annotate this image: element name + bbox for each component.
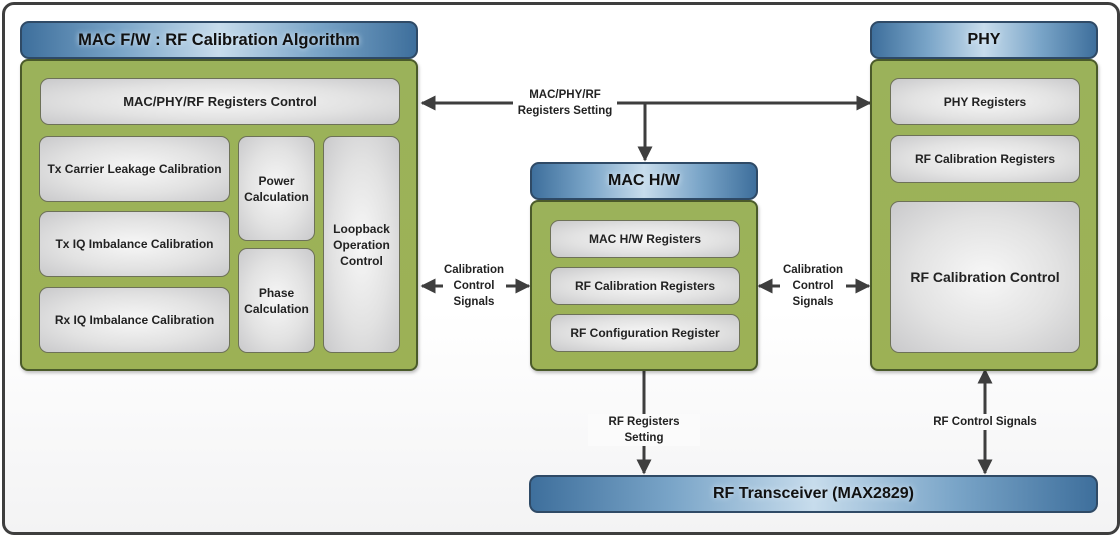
registers-setting-label-1: MAC/PHY/RF	[529, 89, 601, 101]
rf-transceiver-bar: RF Transceiver (MAX2829)	[529, 475, 1098, 513]
cal-left-label-1: Calibration	[443, 264, 505, 276]
loopback-label-3: Control	[340, 253, 383, 268]
registers-control-label: MAC/PHY/RF Registers Control	[123, 93, 317, 109]
phy-header: PHY	[870, 21, 1098, 59]
power-calculation-box: Power Calculation	[238, 136, 315, 241]
mac-hw-title: MAC H/W	[608, 172, 680, 189]
phy-rf-calibration-registers-label: RF Calibration Registers	[914, 152, 1056, 166]
rf-calibration-control-label: RF Calibration Control	[910, 269, 1060, 285]
phy-rf-calibration-registers-box: RF Calibration Registers	[890, 135, 1080, 183]
rx-iq-imbalance-box: Rx IQ Imbalance Calibration	[39, 287, 230, 353]
rf-registers-setting-label: RF Registers Setting	[588, 414, 700, 446]
cal-left-label-3: Signals	[453, 296, 495, 308]
phase-calculation-label-2: Calculation	[244, 301, 309, 316]
cal-right-label-2: Control	[792, 280, 834, 292]
mac-hw-header: MAC H/W	[530, 162, 758, 200]
mac-hw-registers-label: MAC H/W Registers	[588, 232, 701, 246]
loopback-label-1: Loopback	[333, 221, 390, 236]
rf-configuration-register-label: RF Configuration Register	[570, 326, 720, 340]
mac-hw-registers-box: MAC H/W Registers	[550, 220, 740, 258]
cal-left-label-2: Control	[453, 280, 495, 292]
rx-iq-imbalance-label: Rx IQ Imbalance Calibration	[54, 313, 215, 327]
phy-registers-box: PHY Registers	[890, 78, 1080, 125]
cal-right-label-3: Signals	[792, 296, 834, 308]
tx-carrier-leakage-box: Tx Carrier Leakage Calibration	[39, 136, 230, 202]
tx-iq-imbalance-label: Tx IQ Imbalance Calibration	[55, 237, 214, 251]
mac-hw-rf-calibration-registers-label: RF Calibration Registers	[574, 279, 716, 293]
loopback-operation-control-box: Loopback Operation Control	[323, 136, 400, 353]
cal-right-label: Calibration Control Signals	[781, 262, 845, 310]
rf-control-signals-label: RF Control Signals	[932, 414, 1038, 430]
phase-calculation-box: Phase Calculation	[238, 248, 315, 353]
power-calculation-label-2: Calculation	[244, 189, 309, 204]
rf-configuration-register-box: RF Configuration Register	[550, 314, 740, 352]
registers-control-box: MAC/PHY/RF Registers Control	[40, 78, 400, 125]
cal-left-label: Calibration Control Signals	[443, 262, 505, 310]
tx-iq-imbalance-box: Tx IQ Imbalance Calibration	[39, 211, 230, 277]
phy-registers-label: PHY Registers	[943, 94, 1027, 109]
rf-calibration-control-box: RF Calibration Control	[890, 201, 1080, 353]
phase-calculation-label-1: Phase	[258, 285, 295, 300]
mac-fw-panel: MAC/PHY/RF Registers Control Tx Carrier …	[20, 59, 418, 371]
tx-carrier-leakage-label: Tx Carrier Leakage Calibration	[47, 162, 222, 176]
rf-transceiver-title: RF Transceiver (MAX2829)	[713, 485, 914, 502]
mac-fw-title: MAC F/W : RF Calibration Algorithm	[78, 30, 360, 49]
mac-fw-header: MAC F/W : RF Calibration Algorithm	[20, 21, 418, 59]
mac-hw-rf-calibration-registers-box: RF Calibration Registers	[550, 267, 740, 305]
phy-panel: PHY Registers RF Calibration Registers R…	[870, 59, 1098, 371]
mac-hw-panel: MAC H/W Registers RF Calibration Registe…	[530, 200, 758, 371]
cal-right-label-1: Calibration	[782, 264, 844, 276]
loopback-label-2: Operation	[333, 237, 390, 252]
power-calculation-label-1: Power	[258, 173, 295, 188]
registers-setting-label: MAC/PHY/RF Registers Setting	[513, 87, 617, 119]
registers-setting-label-2: Registers Setting	[517, 105, 613, 117]
phy-title: PHY	[967, 31, 1001, 48]
